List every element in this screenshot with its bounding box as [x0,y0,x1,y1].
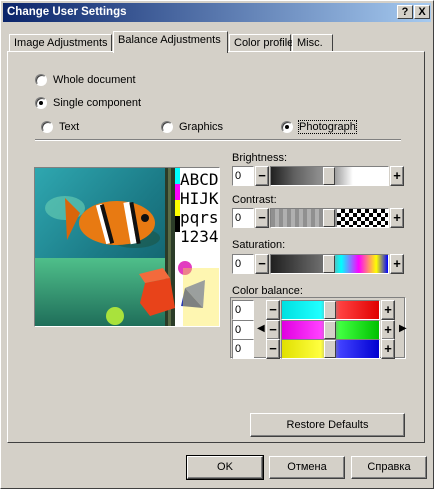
radio-whole-document[interactable]: Whole document [35,74,136,86]
window-title: Change User Settings [7,6,127,18]
radio-indicator [41,121,53,133]
radio-text[interactable]: Text [41,121,79,133]
radio-label: Text [59,121,80,133]
separator [35,139,401,141]
ok-button[interactable]: OK [186,455,264,480]
radio-label: Whole document [53,74,136,86]
color-balance-magenta-green-plus[interactable]: + [381,320,395,340]
right-arrow-icon: ▶ [399,323,407,334]
brightness-plus-button[interactable]: + [390,166,404,186]
radio-single-component[interactable]: Single component [35,97,141,109]
radio-graphics[interactable]: Graphics [161,121,223,133]
brightness-minus-button[interactable]: − [255,166,269,186]
color-balance-yellow-blue-minus[interactable]: − [266,339,280,359]
contrast-value[interactable]: 0 [232,208,254,228]
color-balance-magenta-green-thumb[interactable] [324,321,336,339]
color-balance-label: Color balance: [232,285,303,297]
preview-text-line: pqrst [180,208,219,227]
contrast-minus-button[interactable]: − [255,208,269,228]
close-title-button[interactable]: X [414,5,430,19]
radio-indicator [35,97,47,109]
brightness-slider[interactable] [270,166,389,186]
color-balance-cyan-red-thumb[interactable] [324,301,336,319]
contrast-label: Contrast: [232,194,277,206]
color-balance-yellow-blue-thumb[interactable] [324,340,336,358]
preview-text-line: HIJK [180,189,219,208]
contrast-slider[interactable] [270,208,389,228]
radio-photograph[interactable]: Photograph [281,120,357,134]
title-bar[interactable]: Change User Settings [3,3,431,22]
radio-indicator [161,121,173,133]
radio-indicator [281,121,293,133]
color-balance-yellow-blue-value[interactable]: 0 [232,339,254,359]
brightness-label: Brightness: [232,152,288,164]
radio-indicator [35,74,47,86]
preview-text-line: ABCD [180,170,219,189]
saturation-minus-button[interactable]: − [255,254,269,274]
preview-text: ABCD HIJK pqrst 12345 [180,170,219,246]
brightness-value[interactable]: 0 [232,166,254,186]
color-balance-cyan-red-minus[interactable]: − [266,300,280,320]
saturation-slider[interactable] [270,254,389,274]
left-arrow-icon: ◀ [257,323,265,334]
color-balance-cyan-red-value[interactable]: 0 [232,300,254,320]
saturation-thumb[interactable] [323,255,335,273]
tab-color-profile[interactable]: Color profile [229,34,293,52]
color-balance-cyan-red-slider[interactable] [281,300,380,320]
color-balance-yellow-blue-plus[interactable]: + [381,339,395,359]
contrast-thumb[interactable] [323,209,335,227]
contrast-pattern [337,209,388,227]
saturation-value[interactable]: 0 [232,254,254,274]
radio-label: Photograph [298,120,357,134]
restore-defaults-button[interactable]: Restore Defaults [250,413,405,437]
saturation-label: Saturation: [232,239,286,251]
contrast-plus-button[interactable]: + [390,208,404,228]
tab-balance-adjustments[interactable]: Balance Adjustments [113,31,228,53]
dialog-window: Change User Settings ? X Image Adjustmen… [0,0,434,489]
help-button[interactable]: Справка [351,456,427,479]
color-balance-yellow-blue-slider[interactable] [281,339,380,359]
cancel-button[interactable]: Отмена [269,456,345,479]
preview-image: ABCD HIJK pqrst 12345 [34,167,220,327]
tab-image-adjustments[interactable]: Image Adjustments [9,34,112,52]
radio-label: Single component [53,97,142,109]
color-balance-cyan-red-plus[interactable]: + [381,300,395,320]
brightness-thumb[interactable] [323,167,335,185]
color-balance-magenta-green-value[interactable]: 0 [232,320,254,340]
radio-label: Graphics [179,121,224,133]
tab-misc[interactable]: Misc. [292,34,333,52]
color-balance-magenta-green-slider[interactable] [281,320,380,340]
color-balance-magenta-green-minus[interactable]: − [266,320,280,340]
preview-text-line: 12345 [180,227,219,246]
help-title-button[interactable]: ? [397,5,413,19]
saturation-plus-button[interactable]: + [390,254,404,274]
